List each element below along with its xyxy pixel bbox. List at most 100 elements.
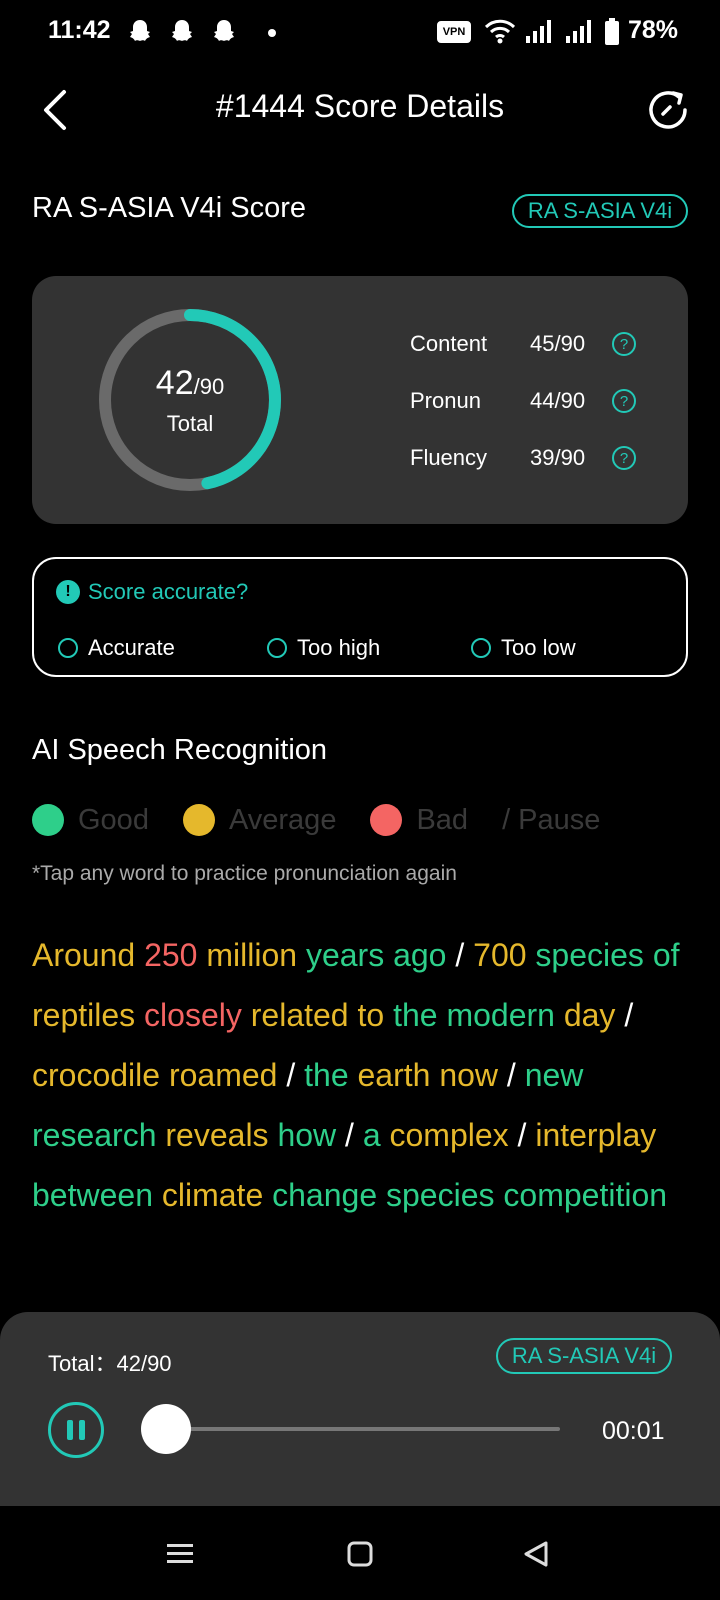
- transcript-word[interactable]: species: [535, 937, 644, 973]
- progress-track[interactable]: [141, 1404, 560, 1454]
- transcript-word[interactable]: competition: [503, 1177, 667, 1213]
- legend-label: Average: [228, 803, 337, 836]
- help-icon[interactable]: ?: [612, 446, 636, 470]
- snapchat-ghost-icon: [214, 20, 234, 41]
- back-triangle-icon: [524, 1541, 548, 1567]
- transcript-word[interactable]: interplay: [535, 1117, 656, 1153]
- transcript-word[interactable]: of: [653, 937, 680, 973]
- metric-fluency: Fluency 39/90 ?: [410, 438, 660, 478]
- help-icon[interactable]: ?: [612, 389, 636, 413]
- transcript-word[interactable]: research: [32, 1117, 157, 1153]
- transcript-word[interactable]: roamed: [169, 1057, 278, 1093]
- legend-label: Good: [78, 803, 149, 836]
- radio-label: Accurate: [88, 635, 175, 660]
- transcript-word[interactable]: change: [272, 1177, 377, 1213]
- radio-too-high[interactable]: Too high: [267, 635, 380, 661]
- metric-name: Fluency: [410, 445, 488, 470]
- total-label: Total: [166, 410, 214, 436]
- snapchat-ghost-icon: [130, 20, 150, 41]
- transcript-word[interactable]: how: [277, 1117, 336, 1153]
- home-button[interactable]: [340, 1536, 380, 1572]
- player-total: Total：42/90: [48, 1346, 172, 1378]
- transcript-word[interactable]: earth: [358, 1057, 431, 1093]
- player-time: 00:01: [602, 1417, 665, 1445]
- transcript: Around 250 million years ago / 700 speci…: [32, 925, 692, 1225]
- transcript-word[interactable]: day: [564, 997, 616, 1033]
- refresh-button[interactable]: [646, 88, 690, 132]
- refresh-icon: [649, 91, 687, 129]
- transcript-word[interactable]: species: [386, 1177, 495, 1213]
- metric-content: Content 45/90 ?: [410, 324, 660, 364]
- transcript-word[interactable]: 250: [144, 937, 197, 973]
- ring-center: 42/90 Total: [92, 302, 288, 498]
- player-total-label: Total：: [48, 1351, 117, 1376]
- metric-value: 45/90: [530, 331, 586, 356]
- total-score-ring: 42/90 Total: [92, 302, 288, 498]
- help-icon[interactable]: ?: [612, 332, 636, 356]
- transcript-word[interactable]: ago: [393, 937, 446, 973]
- transcript-word[interactable]: crocodile: [32, 1057, 160, 1093]
- legend-label: Bad: [416, 803, 469, 836]
- transcript-word[interactable]: to: [357, 997, 384, 1033]
- radio-circle: [471, 638, 491, 658]
- recognition-title: AI Speech Recognition: [32, 734, 328, 766]
- radio-circle: [267, 638, 287, 658]
- transcript-word[interactable]: closely: [144, 997, 242, 1033]
- battery-icon: [605, 18, 619, 45]
- menu-icon: [167, 1544, 193, 1563]
- status-bar: 11:42 VPN 78%: [0, 0, 720, 64]
- system-back-button[interactable]: [516, 1536, 556, 1572]
- transcript-word[interactable]: reptiles: [32, 997, 135, 1033]
- player-total-value: 42/90: [116, 1351, 172, 1376]
- system-nav-bar: [0, 1506, 720, 1600]
- pause-icon: [79, 1420, 85, 1440]
- model-badge: RA S-ASIA V4i: [512, 194, 688, 228]
- seek-thumb[interactable]: [141, 1404, 191, 1454]
- transcript-word[interactable]: million: [206, 937, 297, 973]
- transcript-word[interactable]: complex: [390, 1117, 509, 1153]
- metric-value: 44/90: [530, 388, 586, 413]
- snapchat-ghost-icon: [172, 20, 192, 41]
- pause-marker: /: [455, 937, 465, 973]
- audio-player: Total：42/90 RA S-ASIA V4i 00:01: [0, 1312, 720, 1506]
- feedback-question-text: Score accurate?: [88, 579, 249, 604]
- radio-label: Too low: [501, 635, 576, 660]
- transcript-word[interactable]: the: [304, 1057, 348, 1093]
- pause-marker: /: [624, 997, 634, 1033]
- total-score: 42/90: [156, 364, 224, 403]
- transcript-word[interactable]: now: [439, 1057, 498, 1093]
- transcript-word[interactable]: between: [32, 1177, 153, 1213]
- home-icon: [347, 1541, 373, 1567]
- signal-icon: [566, 20, 591, 43]
- legend-dot-good: [32, 804, 64, 836]
- transcript-word[interactable]: related: [251, 997, 349, 1033]
- transcript-word[interactable]: 700: [473, 937, 526, 973]
- pause-marker: /: [286, 1057, 296, 1093]
- legend-dot-average: [182, 804, 215, 836]
- transcript-word[interactable]: the: [393, 997, 437, 1033]
- transcript-word[interactable]: Around: [32, 937, 135, 973]
- legend-pause: / Pause: [502, 804, 600, 837]
- status-time: 11:42: [48, 16, 111, 44]
- score-section-title: RA S-ASIA V4i Score: [32, 192, 307, 224]
- menu-button[interactable]: [160, 1536, 200, 1572]
- transcript-word[interactable]: years: [306, 937, 384, 973]
- practice-hint: *Tap any word to practice pronunciation …: [32, 862, 457, 885]
- radio-accurate[interactable]: Accurate: [58, 635, 175, 661]
- total-score-max: /90: [193, 373, 225, 399]
- signal-icon: [526, 20, 551, 43]
- pause-marker: /: [517, 1117, 527, 1153]
- pause-button[interactable]: [48, 1402, 104, 1458]
- player-model-badge: RA S-ASIA V4i: [496, 1338, 672, 1374]
- transcript-word[interactable]: climate: [162, 1177, 263, 1213]
- transcript-word[interactable]: modern: [446, 997, 555, 1033]
- metric-name: Pronun: [410, 388, 481, 413]
- radio-too-low[interactable]: Too low: [471, 635, 576, 661]
- wifi-icon: [484, 19, 516, 44]
- transcript-word[interactable]: new: [525, 1057, 584, 1093]
- transcript-word[interactable]: reveals: [165, 1117, 268, 1153]
- feedback-question: ! Score accurate?: [56, 579, 248, 605]
- legend-dot-bad: [370, 804, 403, 836]
- transcript-word[interactable]: a: [363, 1117, 381, 1153]
- legend-good: Good: [32, 804, 149, 837]
